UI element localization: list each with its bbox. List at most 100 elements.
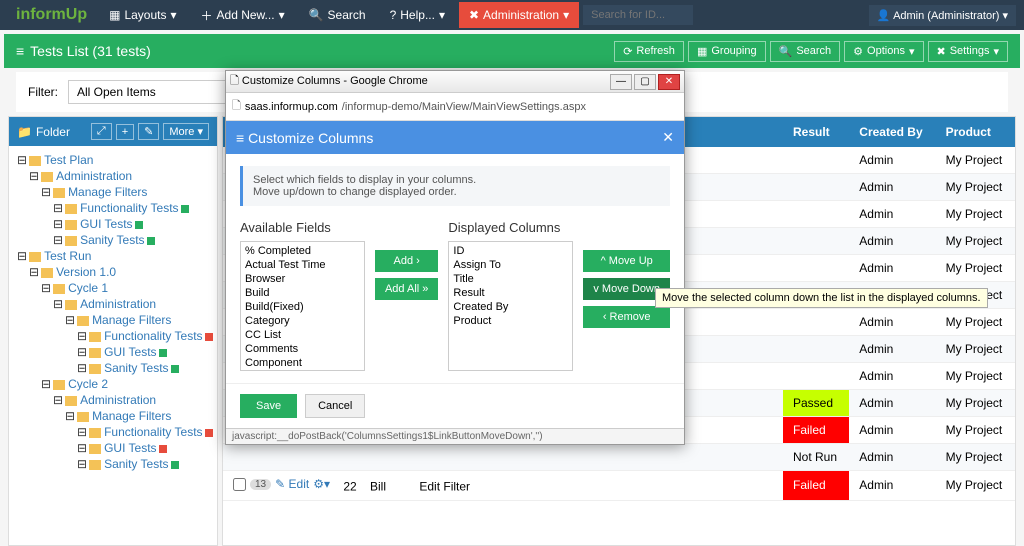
- cell-created-by: Admin: [849, 147, 935, 174]
- col-result[interactable]: Result: [783, 117, 849, 147]
- list-item[interactable]: Actual Test Time: [245, 258, 360, 272]
- displayed-columns-label: Displayed Columns: [448, 220, 573, 235]
- grouping-button[interactable]: ▦ Grouping: [688, 41, 766, 62]
- list-item[interactable]: Title: [453, 272, 568, 286]
- tree-item[interactable]: ⊟Functionality Tests: [13, 328, 213, 344]
- table-row[interactable]: 13 ✎ Edit ⚙▾ 22 Bill Edit FilterFailedAd…: [223, 471, 1015, 501]
- displayed-columns-list[interactable]: IDAssign ToTitleResultCreated ByProduct: [448, 241, 573, 371]
- gear-icon[interactable]: ⚙▾: [313, 477, 330, 491]
- refresh-button[interactable]: ⟳ Refresh: [614, 41, 684, 62]
- list-item[interactable]: Comments: [245, 342, 360, 356]
- tree-item[interactable]: ⊟GUI Tests: [13, 216, 213, 232]
- window-maximize-button[interactable]: ▢: [634, 74, 656, 90]
- tree-item[interactable]: ⊟Sanity Tests: [13, 232, 213, 248]
- nav-help[interactable]: ? Help... ▾: [380, 2, 455, 28]
- nav-layouts[interactable]: ▦ Layouts ▾: [99, 2, 186, 28]
- nav-search[interactable]: 🔍 Search: [299, 2, 376, 28]
- tree-item[interactable]: ⊟Manage Filters: [13, 408, 213, 424]
- top-nav: informUp ▦ Layouts ▾ ＋ Add New... ▾ 🔍 Se…: [0, 0, 1024, 30]
- tree-item[interactable]: ⊟Functionality Tests: [13, 200, 213, 216]
- list-item[interactable]: Browser: [245, 272, 360, 286]
- nav-add-new[interactable]: ＋ Add New... ▾: [191, 1, 295, 30]
- list-item[interactable]: Build(Fixed): [245, 300, 360, 314]
- list-item[interactable]: % Completed: [245, 244, 360, 258]
- list-item[interactable]: ID: [453, 244, 568, 258]
- tree-item[interactable]: ⊟Administration: [13, 392, 213, 408]
- folder-more-button[interactable]: More ▾: [163, 123, 209, 140]
- user-menu[interactable]: 👤 Admin (Administrator) ▾: [869, 5, 1016, 26]
- tree-item[interactable]: ⊟Test Plan: [13, 152, 213, 168]
- list-item[interactable]: Component: [245, 356, 360, 370]
- cell-result: [783, 336, 849, 363]
- add-button[interactable]: Add ›: [375, 250, 438, 272]
- url-bar[interactable]: 🗋 saas.informup.com/informup-demo/MainVi…: [226, 93, 684, 121]
- list-item[interactable]: Build: [245, 286, 360, 300]
- list-item[interactable]: Assign To: [453, 258, 568, 272]
- settings-button[interactable]: ✖ Settings ▾: [928, 41, 1009, 62]
- window-titlebar[interactable]: 🗋 Customize Columns - Google Chrome — ▢ …: [226, 71, 684, 93]
- tree-item[interactable]: ⊟Manage Filters: [13, 312, 213, 328]
- window-close-button[interactable]: ✕: [658, 74, 680, 90]
- row-checkbox[interactable]: [233, 478, 246, 491]
- folder-icon: 📁: [17, 125, 32, 139]
- list-item[interactable]: Creation Date: [245, 370, 360, 371]
- cancel-button[interactable]: Cancel: [305, 394, 365, 418]
- tree-item[interactable]: ⊟Functionality Tests: [13, 424, 213, 440]
- window-minimize-button[interactable]: —: [610, 74, 632, 90]
- cell-created-by: Admin: [849, 363, 935, 390]
- cell-product: My Project: [936, 363, 1015, 390]
- available-fields-list[interactable]: % CompletedActual Test TimeBrowserBuildB…: [240, 241, 365, 371]
- tree-item[interactable]: ⊟GUI Tests: [13, 440, 213, 456]
- cell-product: My Project: [936, 147, 1015, 174]
- search-button[interactable]: 🔍 Search: [770, 41, 841, 62]
- save-button[interactable]: Save: [240, 394, 297, 418]
- cell-result: Failed: [783, 471, 849, 501]
- cell-created-by: Admin: [849, 309, 935, 336]
- cell-result: [783, 363, 849, 390]
- remove-button[interactable]: ‹ Remove: [583, 306, 670, 328]
- customize-columns-window: 🗋 Customize Columns - Google Chrome — ▢ …: [225, 70, 685, 445]
- move-up-button[interactable]: ^ Move Up: [583, 250, 670, 272]
- cell-product: My Project: [936, 228, 1015, 255]
- cell-product: My Project: [936, 471, 1015, 501]
- folder-edit-button[interactable]: ✎: [138, 123, 159, 140]
- info-box: Select which fields to display in your c…: [240, 166, 670, 206]
- options-button[interactable]: ⚙ Options ▾: [844, 41, 923, 62]
- dialog-title: Customize Columns: [248, 130, 373, 146]
- tree-item[interactable]: ⊟Cycle 1: [13, 280, 213, 296]
- nav-administration[interactable]: ✖ Administration ▾: [459, 2, 579, 28]
- page-header: ≡ Tests List (31 tests) ⟳ Refresh ▦ Grou…: [4, 34, 1020, 68]
- list-item[interactable]: Created By: [453, 300, 568, 314]
- cell-created-by: Admin: [849, 255, 935, 282]
- list-item[interactable]: Result: [453, 286, 568, 300]
- cell-product: My Project: [936, 336, 1015, 363]
- window-title: Customize Columns - Google Chrome: [242, 75, 428, 87]
- table-row[interactable]: Not RunAdminMy Project: [223, 444, 1015, 471]
- tree-item[interactable]: ⊟Cycle 2: [13, 376, 213, 392]
- list-item[interactable]: CC List: [245, 328, 360, 342]
- tree-item[interactable]: ⊟Administration: [13, 296, 213, 312]
- add-all-button[interactable]: Add All »: [375, 278, 438, 300]
- cell-created-by: Admin: [849, 417, 935, 444]
- list-item[interactable]: Category: [245, 314, 360, 328]
- col-created-by[interactable]: Created By: [849, 117, 935, 147]
- brand-logo: informUp: [8, 6, 95, 24]
- tree-item[interactable]: ⊟Sanity Tests: [13, 456, 213, 472]
- folder-expand-button[interactable]: ⤢: [91, 123, 112, 140]
- tree-item[interactable]: ⊟Sanity Tests: [13, 360, 213, 376]
- filter-input[interactable]: [68, 80, 238, 104]
- search-id-input[interactable]: [583, 5, 693, 25]
- tree-item[interactable]: ⊟Test Run: [13, 248, 213, 264]
- col-product[interactable]: Product: [936, 117, 1015, 147]
- tree-item[interactable]: ⊟Manage Filters: [13, 184, 213, 200]
- hamburger-icon[interactable]: ≡: [16, 43, 24, 59]
- dialog-close-icon[interactable]: ✕: [662, 129, 674, 146]
- folder-add-button[interactable]: +: [116, 124, 134, 140]
- tree-item[interactable]: ⊟GUI Tests: [13, 344, 213, 360]
- cell-created-by: Admin: [849, 174, 935, 201]
- tree-item[interactable]: ⊟Administration: [13, 168, 213, 184]
- tree-item[interactable]: ⊟Version 1.0: [13, 264, 213, 280]
- cell-product: My Project: [936, 174, 1015, 201]
- list-item[interactable]: Product: [453, 314, 568, 328]
- cell-created-by: Admin: [849, 444, 935, 471]
